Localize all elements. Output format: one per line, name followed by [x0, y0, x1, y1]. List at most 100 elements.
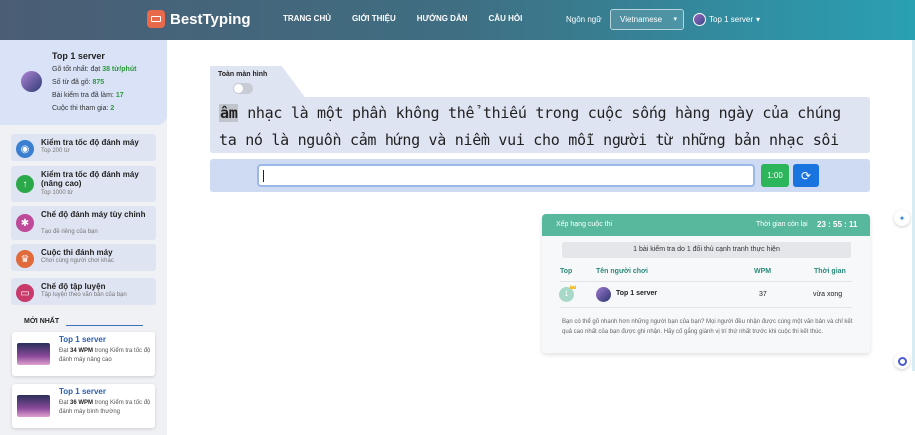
- player-time: vừa xong: [813, 291, 843, 298]
- speed-icon: ◉: [16, 140, 34, 158]
- nav-faq[interactable]: CÂU HỎI: [489, 14, 523, 23]
- menu-advanced-test[interactable]: ↑ Kiểm tra tốc độ đánh máy (nâng cao) To…: [11, 166, 156, 202]
- language-label: Ngôn ngữ: [566, 15, 602, 24]
- contest-ranking-panel: Xếp hạng cuộc thi Thời gian còn lại 23 :…: [542, 214, 870, 353]
- profile-card: Top 1 server Gõ tốt nhất: đạt 38 từ/phút…: [0, 40, 167, 125]
- player-avatar: [596, 287, 611, 302]
- latest-card-wpm: 36 WPM: [70, 400, 94, 406]
- chat-icon[interactable]: [894, 353, 910, 369]
- time-remaining-value: 23 : 55 : 11: [817, 220, 858, 229]
- profile-words-value: 875: [92, 79, 105, 86]
- profile-tests-label: Bài kiểm tra đã làm:: [52, 92, 116, 99]
- latest-card-user[interactable]: Top 1 server: [59, 335, 106, 344]
- language-value: Vietnamese: [620, 15, 663, 24]
- profile-tests-value: 17: [115, 92, 124, 99]
- game-thumbnail: [17, 395, 50, 417]
- player-name[interactable]: Top 1 server: [616, 290, 657, 297]
- contest-title: Xếp hạng cuộc thi: [556, 221, 613, 228]
- input-bar: 1:00 ⟳: [210, 159, 870, 192]
- latest-title: MỚI NHẤT: [24, 318, 60, 325]
- contest-header: Xếp hạng cuộc thi Thời gian còn lại 23 :…: [542, 214, 870, 236]
- profile-words-label: Số từ đã gõ:: [52, 79, 93, 86]
- menu-practice[interactable]: ▭ Chế độ tập luyện Tập luyện theo văn bả…: [11, 278, 156, 305]
- menu-custom-mode[interactable]: ✱ Chế độ đánh máy tùy chỉnh Tạo đề riêng…: [11, 206, 156, 240]
- arrow-up-icon: ↑: [16, 175, 34, 193]
- timer-badge: 1:00: [761, 164, 789, 187]
- col-wpm: WPM: [754, 268, 772, 275]
- contest-notice: 1 bài kiểm tra do 1 đối thủ cạnh tranh t…: [562, 242, 851, 258]
- chevron-down-icon: ▾: [673, 16, 677, 23]
- player-wpm: 37: [759, 291, 767, 298]
- menu-custom-mode-sub: Tạo đề riêng của bạn: [41, 229, 98, 235]
- latest-card[interactable]: Top 1 server Đạt 36 WPM trong Kiểm tra t…: [12, 384, 155, 428]
- reset-button[interactable]: ⟳: [793, 164, 819, 187]
- text-caret: [263, 170, 264, 182]
- share-icon: ✱: [16, 214, 34, 232]
- time-remaining-label: Thời gian còn lại: [756, 221, 808, 228]
- brand-name: BestTyping: [170, 10, 251, 28]
- nav-guide[interactable]: HƯỚNG DẪN: [417, 14, 468, 23]
- menu-advanced-test-title: Kiểm tra tốc độ đánh máy (nâng cao): [41, 170, 139, 188]
- brand-logo[interactable]: BestTyping: [147, 10, 251, 28]
- menu-speed-test-sub: Top 200 từ: [41, 148, 70, 154]
- language-select[interactable]: Vietnamese ▾: [610, 9, 684, 30]
- typing-input[interactable]: [257, 164, 755, 187]
- latest-card-text: Đạt 36 WPM trong Kiểm tra tốc độ đánh má…: [59, 399, 153, 417]
- chevron-down-icon: ▾: [756, 15, 761, 24]
- latest-card-user[interactable]: Top 1 server: [59, 387, 106, 396]
- crown-icon: [570, 285, 576, 289]
- profile-tests: Bài kiểm tra đã làm: 17: [52, 92, 124, 99]
- keyboard-icon: ▭: [16, 284, 34, 302]
- menu-practice-sub: Tập luyện theo văn bản của bạn: [41, 292, 127, 298]
- avatar: [693, 13, 706, 26]
- latest-card-pre: Đạt: [59, 348, 71, 354]
- menu-contest[interactable]: ♛ Cuộc thi đánh máy Chơi cùng người chơi…: [11, 244, 156, 271]
- menu-speed-test-title: Kiểm tra tốc độ đánh máy: [41, 138, 139, 147]
- profile-best-label: Gõ tốt nhất: đạt: [52, 66, 103, 73]
- rank-badge: 1: [559, 287, 574, 302]
- current-word: âm: [219, 104, 239, 122]
- game-thumbnail: [17, 343, 50, 365]
- trophy-icon: ♛: [16, 250, 34, 268]
- table-divider: [560, 307, 852, 308]
- table-divider: [560, 281, 852, 282]
- profile-words: Số từ đã gõ: 875: [52, 79, 104, 86]
- user-menu[interactable]: Top 1 server ▾: [693, 13, 760, 26]
- latest-divider: [66, 325, 143, 326]
- fullscreen-toggle[interactable]: [233, 83, 253, 94]
- words-display: âm nhạc là một phần không thể thiếu tron…: [210, 97, 870, 153]
- col-time: Thời gian: [814, 268, 846, 275]
- profile-contests-value: 2: [110, 105, 115, 112]
- profile-name: Top 1 server: [52, 51, 105, 61]
- nav-about[interactable]: GIỚI THIỆU: [352, 14, 396, 23]
- keyboard-logo-icon: [147, 10, 165, 28]
- latest-card-wpm: 34 WPM: [70, 348, 94, 354]
- menu-custom-mode-title: Chế độ đánh máy tùy chỉnh: [41, 210, 146, 219]
- menu-contest-title: Cuộc thi đánh máy: [41, 248, 113, 257]
- latest-card[interactable]: Top 1 server Đạt 34 WPM trong Kiểm tra t…: [12, 332, 155, 376]
- words-line-1: nhạc là một phần không thể thiếu trong c…: [238, 104, 841, 122]
- menu-practice-title: Chế độ tập luyện: [41, 282, 106, 291]
- profile-best: Gõ tốt nhất: đạt 38 từ/phút: [52, 66, 136, 73]
- latest-card-pre: Đạt: [59, 400, 71, 406]
- top-header: BestTyping TRANG CHỦ GIỚI THIỆU HƯỚNG DẪ…: [0, 0, 915, 40]
- col-top: Top: [560, 268, 573, 275]
- fullscreen-label: Toàn màn hình: [218, 71, 268, 78]
- profile-contests: Cuộc thi tham gia: 2: [52, 105, 114, 112]
- assistant-icon[interactable]: ✦: [894, 210, 910, 226]
- nav-home[interactable]: TRANG CHỦ: [283, 14, 331, 23]
- main-nav: TRANG CHỦ GIỚI THIỆU HƯỚNG DẪN CÂU HỎI: [283, 14, 522, 23]
- menu-advanced-test-sub: Top 1000 từ: [41, 190, 74, 196]
- menu-contest-sub: Chơi cùng người chơi khác: [41, 258, 114, 264]
- words-line-2: ta nó là nguồn cảm hứng và niềm vui cho …: [219, 131, 839, 149]
- menu-speed-test[interactable]: ◉ Kiểm tra tốc độ đánh máy Top 200 từ: [11, 134, 156, 161]
- profile-contests-label: Cuộc thi tham gia:: [52, 105, 111, 112]
- user-menu-name: Top 1 server: [709, 15, 754, 24]
- contest-footer: Bạn có thể gõ nhanh hơn những người bạn …: [562, 319, 853, 335]
- profile-avatar: [21, 71, 42, 92]
- refresh-icon: ⟳: [800, 168, 812, 183]
- sidebar: Top 1 server Gõ tốt nhất: đạt 38 từ/phút…: [0, 40, 167, 435]
- fullscreen-tab: Toàn màn hình: [210, 66, 307, 100]
- profile-best-value: 38 từ/phút: [102, 66, 137, 73]
- latest-card-text: Đạt 34 WPM trong Kiểm tra tốc độ đánh má…: [59, 347, 153, 365]
